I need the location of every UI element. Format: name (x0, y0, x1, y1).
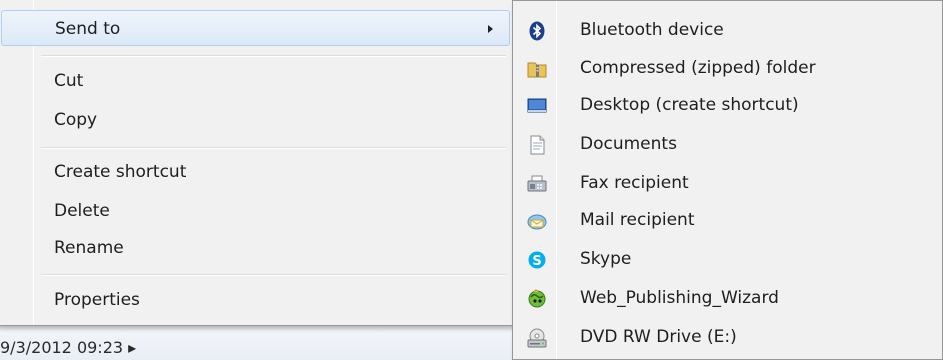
submenu-item-documents[interactable]: Documents (513, 126, 943, 163)
menu-item-copy[interactable]: Copy (1, 102, 510, 138)
submenu-arrow-icon (488, 25, 493, 33)
menu-separator (41, 147, 506, 149)
desktop-icon (527, 96, 547, 116)
submenu-item-label: Skype (580, 249, 632, 269)
menu-separator (41, 274, 506, 276)
submenu-item-skype[interactable]: S Skype (513, 241, 943, 278)
menu-item-label: Properties (54, 290, 140, 310)
fax-icon (527, 174, 547, 194)
submenu-item-label: Fax recipient (580, 173, 689, 193)
menu-item-delete[interactable]: Delete (1, 193, 510, 229)
menu-item-create-shortcut[interactable]: Create shortcut (1, 154, 510, 190)
mail-icon (527, 211, 547, 231)
context-menu: Send to Cut Copy Create shortcut Delete … (0, 0, 513, 326)
submenu-item-label: Mail recipient (580, 210, 695, 230)
submenu-item-label: Desktop (create shortcut) (580, 95, 799, 115)
submenu-item-label: Compressed (zipped) folder (580, 58, 816, 78)
svg-text:S: S (532, 254, 541, 269)
menu-item-properties[interactable]: Properties (1, 282, 510, 318)
submenu-item-desktop[interactable]: Desktop (create shortcut) (513, 87, 943, 124)
submenu-item-compressed-folder[interactable]: Compressed (zipped) folder (513, 50, 943, 87)
submenu-item-fax[interactable]: Fax recipient (513, 165, 943, 202)
web-publishing-wizard-icon (527, 289, 547, 309)
bluetooth-icon (527, 21, 547, 41)
menu-item-label: Copy (54, 110, 98, 130)
menu-item-send-to[interactable]: Send to (1, 10, 510, 46)
file-date-text: 9/3/2012 09:23 ▸ (0, 338, 137, 357)
menu-item-label: Cut (54, 71, 84, 91)
submenu-item-label: Web_Publishing_Wizard (580, 288, 779, 308)
zip-folder-icon (527, 59, 547, 79)
submenu-item-label: Bluetooth device (580, 20, 724, 40)
submenu-item-dvd-drive[interactable]: DVD RW Drive (E:) (513, 319, 943, 356)
menu-separator (41, 55, 506, 57)
dvd-drive-icon (527, 328, 547, 348)
menu-item-label: Send to (55, 19, 121, 39)
submenu-item-label: DVD RW Drive (E:) (580, 327, 737, 347)
send-to-submenu: Bluetooth device Compressed (zipped) fol… (512, 0, 943, 360)
submenu-item-bluetooth[interactable]: Bluetooth device (513, 12, 943, 49)
menu-item-label: Rename (54, 238, 124, 258)
submenu-item-web-publishing-wizard[interactable]: Web_Publishing_Wizard (513, 280, 943, 317)
menu-item-label: Delete (54, 201, 110, 221)
documents-icon (527, 135, 547, 155)
submenu-item-mail[interactable]: Mail recipient (513, 202, 943, 239)
menu-item-cut[interactable]: Cut (1, 63, 510, 99)
skype-icon: S (527, 250, 547, 270)
menu-item-label: Create shortcut (54, 162, 187, 182)
menu-item-rename[interactable]: Rename (1, 230, 510, 266)
submenu-item-label: Documents (580, 134, 677, 154)
